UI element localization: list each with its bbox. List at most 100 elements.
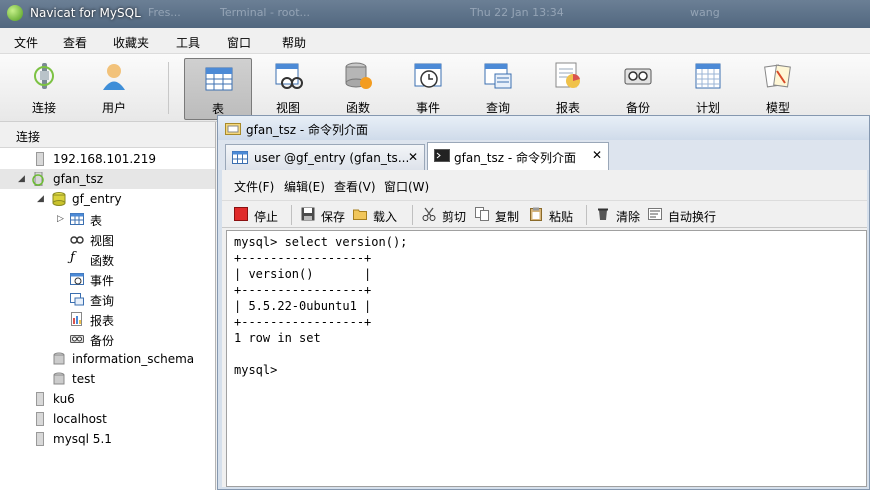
server-icon [36,412,44,426]
tree-item-label: localhost [53,412,107,426]
close-icon[interactable]: ✕ [408,150,418,164]
tree-item-views[interactable]: 视图 [0,229,215,249]
toolbar-label: 报表 [555,101,580,115]
close-icon[interactable]: ✕ [592,148,602,162]
background-window-label: Fres... [148,6,181,19]
collapse-arrow-icon[interactable]: ◢ [37,194,44,204]
toolbar-user-button[interactable]: 用户 [83,56,145,118]
command-toolbar: 停止 保存 载入 剪切 复制 粘贴 清除 自动换行 [222,200,867,228]
expand-arrow-icon[interactable]: ▷ [57,214,64,224]
toolbar-event-button[interactable]: 事件 [397,56,459,118]
toolbar-query-button[interactable]: 查询 [467,56,529,118]
menu-file[interactable]: 文件 [14,34,38,51]
menu-help[interactable]: 帮助 [282,34,306,51]
terminal-icon [434,149,450,162]
tree-item-queries[interactable]: 查询 [0,289,215,309]
server-icon [36,432,44,446]
tree-item-label: 事件 [90,274,115,288]
toolbar-function-button[interactable]: 函数 [327,56,389,118]
main-toolbar: 连接 用户 表 视图 函数 事件 查询 报表 备份 计划 模型 [0,54,870,122]
backup-icon [624,68,652,85]
toolbar-report-button[interactable]: 报表 [537,56,599,118]
save-icon [301,207,315,221]
copy-label: 复制 [495,210,520,224]
tree-item-connection[interactable]: mysql 5.1 [0,429,215,449]
tree-item-functions[interactable]: ƒ 函数 [0,249,215,269]
tab-label: gfan_tsz - 命令列介面 [454,151,577,165]
toolbar-backup-button[interactable]: 备份 [607,56,669,118]
toolbar-schedule-button[interactable]: 计划 [677,56,739,118]
console-line: +-----------------+ [234,283,372,297]
command-menubar: 文件(F) 编辑(E) 查看(V) 窗口(W) [222,170,867,198]
tree-item-label: test [72,372,96,386]
toolbar-separator [291,205,292,225]
command-window-titlebar: gfan_tsz - 命令列介面 [218,116,869,140]
view-icon [275,63,303,89]
toolbar-separator [168,62,169,114]
tree-item-tables[interactable]: ▷ 表 [0,209,215,229]
event-icon [70,273,84,285]
toolbar-label: 函数 [345,101,370,115]
cut-label: 剪切 [442,210,467,224]
tree-item-database[interactable]: test [0,369,215,389]
tree-item-label: ku6 [53,392,75,406]
tree-item-label: 报表 [90,314,115,328]
background-window-label: Thu 22 Jan 13:34 [470,6,564,19]
wrap-icon [648,208,662,220]
tab-command-line[interactable]: gfan_tsz - 命令列介面 ✕ [427,142,609,170]
view-glasses-icon [70,236,84,244]
database-gray-icon [53,352,65,365]
menu-view[interactable]: 查看(V) [334,178,376,195]
stop-icon [234,207,248,221]
table-icon [205,67,233,91]
paste-icon [530,207,542,221]
toolbar-connection-button[interactable]: 连接 [13,56,75,118]
main-menubar: 文件 查看 收藏夹 工具 窗口 帮助 [0,28,870,54]
tree-item-events[interactable]: 事件 [0,269,215,289]
window-titlebar: Navicat for MySQL Fres... Terminal - roo… [0,0,870,28]
tree-item-connection[interactable]: ku6 [0,389,215,409]
menu-window[interactable]: 窗口(W) [384,178,429,195]
mysql-console-output[interactable]: mysql> select version(); +--------------… [226,230,867,487]
menu-tools[interactable]: 工具 [176,34,200,51]
menu-favorites[interactable]: 收藏夹 [113,34,149,51]
schedule-icon [695,63,721,89]
background-window-label: wang [690,6,720,19]
console-prompt: mysql> [234,363,278,377]
toolbar-model-button[interactable]: 模型 [747,56,809,118]
tree-item-connection[interactable]: ◢ gfan_tsz [0,169,215,189]
toolbar-label: 用户 [101,101,126,115]
tree-item-connection[interactable]: localhost [0,409,215,429]
menu-view[interactable]: 查看 [63,34,87,51]
document-tab-strip: user @gf_entry (gfan_ts... ✕ gfan_tsz - … [218,140,869,170]
toolbar-table-button[interactable]: 表 [184,58,252,120]
tree-item-label: information_schema [72,352,195,366]
toolbar-label: 计划 [695,101,720,115]
tab-user-table[interactable]: user @gf_entry (gfan_ts... ✕ [225,144,425,170]
toolbar-label: 查询 [485,101,510,115]
connection-tree-panel: 连接 192.168.101.219 ◢ gfan_tsz ◢ gf_entry… [0,122,216,490]
tree-item-label: 192.168.101.219 [53,152,157,166]
menu-window[interactable]: 窗口 [227,34,251,51]
paste-label: 粘贴 [549,210,574,224]
tree-item-label: 视图 [90,234,115,248]
menu-edit[interactable]: 编辑(E) [284,178,325,195]
console-line: 1 row in set [234,331,321,345]
tree-item-database[interactable]: information_schema [0,349,215,369]
collapse-arrow-icon[interactable]: ◢ [18,174,25,184]
command-panel: 文件(F) 编辑(E) 查看(V) 窗口(W) 停止 保存 载入 剪切 复制 粘… [222,170,867,487]
tree-item-database[interactable]: ◢ gf_entry [0,189,215,209]
clear-label: 清除 [616,210,641,224]
report-icon [555,62,580,88]
tree-item-reports[interactable]: 报表 [0,309,215,329]
tree-item-connection[interactable]: 192.168.101.219 [0,149,215,169]
toolbar-label: 视图 [275,101,300,115]
menu-file[interactable]: 文件(F) [234,178,274,195]
tree-item-backups[interactable]: 备份 [0,329,215,349]
toolbar-view-button[interactable]: 视图 [257,56,319,118]
tree-item-label: gf_entry [72,192,122,206]
table-icon [70,213,84,225]
function-icon: ƒ [70,250,75,265]
tab-label: user @gf_entry (gfan_ts... [254,151,410,165]
